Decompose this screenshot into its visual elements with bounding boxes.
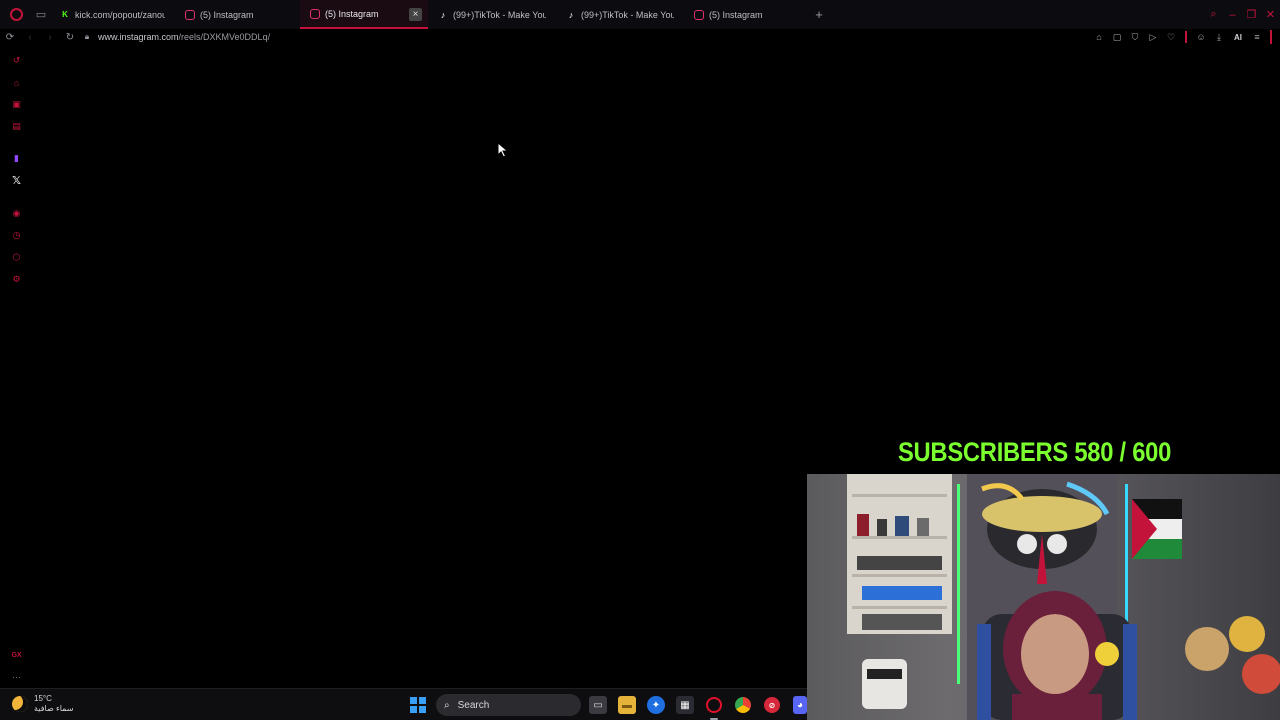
app-red-icon[interactable]: ⊘ xyxy=(764,697,780,713)
webcam-overlay xyxy=(807,474,1280,720)
instagram-icon xyxy=(185,9,195,20)
sidebar-twitch-icon[interactable]: ▮ xyxy=(10,152,23,165)
sidebar-more-icon[interactable]: ··· xyxy=(10,670,23,683)
pin-icon[interactable]: ⌂ xyxy=(1090,32,1108,42)
heart-icon[interactable]: ♡ xyxy=(1162,32,1180,43)
sidebar-shop-icon[interactable]: ⌂ xyxy=(10,76,23,89)
weather-temperature: 15°C xyxy=(34,694,52,703)
close-tab-icon[interactable]: × xyxy=(409,8,422,21)
search-label: Search xyxy=(457,699,490,711)
url-host: www.instagram.com xyxy=(98,32,179,42)
instagram-icon xyxy=(694,9,704,20)
opera-logo-icon xyxy=(9,8,23,21)
copilot-icon[interactable]: ✦ xyxy=(647,696,665,714)
tab-title: (5) Instagram xyxy=(325,8,379,19)
tab-title: (99+)TikTok - Make Your D xyxy=(581,9,674,20)
download-icon[interactable]: ⤓ xyxy=(1210,32,1228,43)
toolbar-separator xyxy=(1185,31,1187,43)
sidebar-x-icon[interactable]: 𝕏 xyxy=(10,174,23,187)
snapshot-icon[interactable]: ▢ xyxy=(1108,32,1126,43)
profile-icon[interactable]: ☺ xyxy=(1192,32,1210,42)
sidebar: ↺ ⌂ ▣ ▤ ▮ 𝕏 ◉ ◷ ⬡ ⚙ GX ··· xyxy=(0,48,32,688)
file-explorer-icon[interactable]: ▬ xyxy=(618,696,636,714)
moon-icon xyxy=(12,696,28,712)
play-icon[interactable]: ▷ xyxy=(1144,32,1162,43)
mouse-cursor-icon xyxy=(497,142,509,158)
discord-icon[interactable]: ◕ xyxy=(793,696,807,714)
opera-gx-taskbar-icon[interactable] xyxy=(706,697,722,713)
sidebar-record-icon[interactable]: ◉ xyxy=(10,207,23,220)
taskbar-search[interactable]: ⌕ Search xyxy=(436,694,581,716)
windows-start-icon[interactable] xyxy=(410,697,426,713)
address-bar-row: ⟳ ‹ › ↻ 🔒︎ www.instagram.com/reels/DXKMV… xyxy=(0,29,1280,45)
address-input[interactable]: www.instagram.com/reels/DXKMVe0DDLq/ xyxy=(98,32,270,42)
opera-menu-button[interactable] xyxy=(0,0,32,29)
menu-icon[interactable]: ≡ xyxy=(1248,32,1266,42)
refresh-button[interactable]: ↻ xyxy=(60,32,80,43)
tab-bar: ▭ K kick.com/popout/zanouni/ (5) Instagr… xyxy=(0,0,1280,29)
accent-line xyxy=(1270,30,1272,44)
chrome-icon[interactable] xyxy=(735,697,751,713)
sidebar-clock-icon[interactable]: ◷ xyxy=(10,229,23,242)
sidebar-settings-icon[interactable]: ⚙ xyxy=(10,273,23,286)
store-icon[interactable]: ▦ xyxy=(676,696,694,714)
tab-title: (5) Instagram xyxy=(709,9,763,20)
tab-instagram-3[interactable]: (5) Instagram xyxy=(684,0,809,29)
search-icon: ⌕ xyxy=(444,699,450,711)
toolbar-right: ⌂ ▢ ⛉ ▷ ♡ ☺ ⤓ AI ≡ xyxy=(1090,29,1272,45)
tab-instagram-active[interactable]: (5) Instagram × xyxy=(300,0,428,29)
close-window-button[interactable]: ✕ xyxy=(1261,8,1280,21)
sidebar-player-icon[interactable]: ▤ xyxy=(10,120,23,133)
tab-title: kick.com/popout/zanouni/ xyxy=(75,9,165,20)
tab-instagram-1[interactable]: (5) Instagram xyxy=(175,0,300,29)
search-tabs-icon[interactable]: ⌕ xyxy=(1204,8,1223,21)
url-path: /reels/DXKMVe0DDLq/ xyxy=(178,32,271,42)
webcam-scene xyxy=(807,474,1280,720)
subscriber-goal-text: SUBSCRIBERS 580 / 600 xyxy=(897,437,1172,467)
restore-button[interactable]: ❐ xyxy=(1242,8,1261,21)
lock-icon[interactable]: 🔒︎ xyxy=(80,32,94,42)
forward-button[interactable]: › xyxy=(40,32,60,43)
window-controls: ⌕ – ❐ ✕ xyxy=(1204,0,1280,29)
tab-tiktok-1[interactable]: ♪ (99+)TikTok - Make Your D xyxy=(428,0,556,29)
sidebar-gx-icon[interactable]: GX xyxy=(10,649,23,662)
sidebar-chat-icon[interactable]: ▣ xyxy=(10,98,23,111)
tiktok-icon: ♪ xyxy=(440,9,446,20)
weather-condition: سماء صافية xyxy=(34,704,74,713)
new-tab-button[interactable]: + xyxy=(809,0,829,29)
reload-icon[interactable]: ⟳ xyxy=(0,32,20,43)
tab-tiktok-2[interactable]: ♪ (99+)TikTok - Make Your D xyxy=(556,0,684,29)
sidebar-history-icon[interactable]: ↺ xyxy=(10,54,23,67)
tab-kick[interactable]: K kick.com/popout/zanouni/ xyxy=(50,0,175,29)
tab-title: (5) Instagram xyxy=(200,9,254,20)
ai-button[interactable]: AI xyxy=(1228,33,1248,42)
task-view-icon[interactable]: ▭ xyxy=(589,696,607,714)
instagram-icon xyxy=(310,8,320,19)
kick-logo-icon: K xyxy=(62,10,68,19)
minimize-button[interactable]: – xyxy=(1223,9,1242,21)
tiktok-icon: ♪ xyxy=(568,9,574,20)
back-button[interactable]: ‹ xyxy=(20,32,40,43)
weather-widget[interactable]: 15°C سماء صافية xyxy=(12,694,74,714)
tab-title: (99+)TikTok - Make Your D xyxy=(453,9,546,20)
adblock-icon[interactable]: ⛉ xyxy=(1126,32,1144,43)
tab-islands-icon[interactable]: ▭ xyxy=(32,0,50,29)
windows-taskbar: 15°C سماء صافية ⌕ Search ▭ ▬ ✦ ▦ ⊘ ◕ xyxy=(0,688,807,720)
sidebar-extensions-icon[interactable]: ⬡ xyxy=(10,251,23,264)
